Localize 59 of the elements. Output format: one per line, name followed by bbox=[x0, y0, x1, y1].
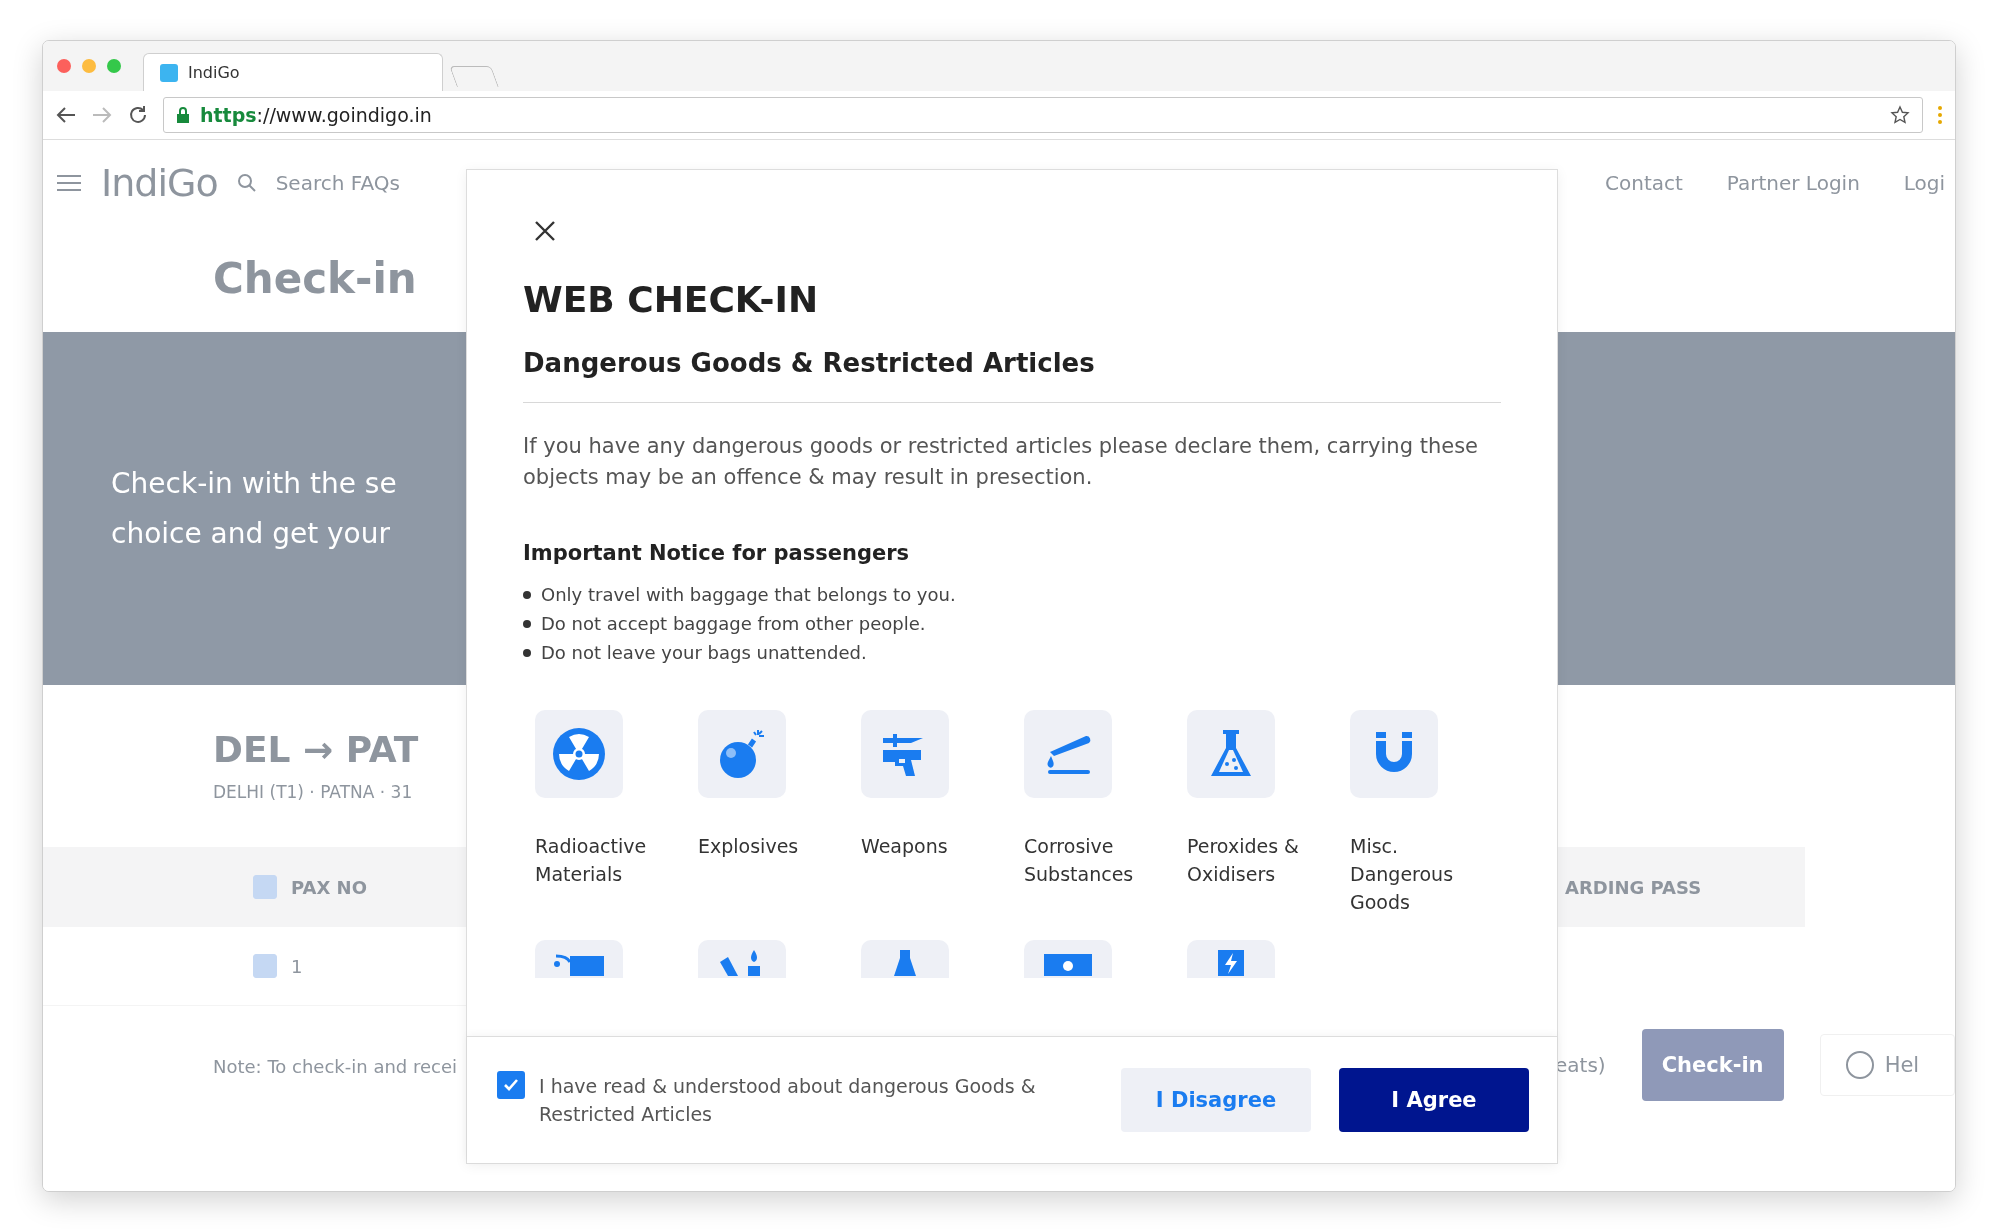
browser-tab[interactable]: IndiGo bbox=[143, 53, 443, 91]
category-tile[interactable] bbox=[1350, 710, 1438, 798]
category-tile[interactable] bbox=[698, 710, 786, 798]
column-header: ARDING PASS bbox=[1565, 876, 1702, 898]
note-text: Note: To check-in and recei bbox=[213, 1055, 458, 1077]
menu-icon[interactable] bbox=[1937, 105, 1943, 125]
favicon-icon bbox=[160, 63, 178, 82]
lock-icon bbox=[176, 107, 190, 123]
category-tile[interactable] bbox=[535, 710, 623, 798]
search-field[interactable]: Search FAQs bbox=[275, 170, 400, 195]
notice-item: Do not accept baggage from other people. bbox=[541, 612, 926, 635]
notice-title: Important Notice for passengers bbox=[523, 541, 911, 565]
address-bar[interactable]: https://www.goindigo.in bbox=[163, 97, 1923, 133]
search-icon bbox=[237, 173, 256, 192]
category-tile[interactable] bbox=[861, 710, 949, 798]
star-icon[interactable] bbox=[1890, 105, 1910, 125]
page-heading: Check-in bbox=[213, 254, 417, 303]
category-tile[interactable] bbox=[1024, 710, 1112, 798]
hero-text: Check-in with the se bbox=[111, 465, 398, 502]
table-cell: 1 bbox=[291, 955, 303, 977]
checkbox[interactable] bbox=[497, 1071, 525, 1099]
menu-icon[interactable] bbox=[57, 172, 81, 193]
intro-text: If you have any dangerous goods or restricted articles please declare them, carrying these objects may be an offence & may result in presection. bbox=[523, 433, 1479, 491]
category-label: Explosives bbox=[698, 834, 800, 859]
hero-text: choice and get your bbox=[111, 515, 391, 552]
bottle-icon bbox=[894, 950, 916, 976]
nav-link[interactable]: Partner Login bbox=[1726, 170, 1860, 195]
consent-text: I have read & understood about dangerous Goods & Restricted Articles bbox=[539, 1074, 1037, 1127]
dialog-subtitle: Dangerous Goods & Restricted Articles bbox=[523, 348, 1501, 403]
category-label: Weapons bbox=[861, 834, 949, 859]
help-button[interactable]: Hel bbox=[1819, 1034, 1955, 1096]
bullet-icon bbox=[523, 590, 531, 599]
lightning-icon bbox=[1218, 950, 1244, 976]
route-detail: DELHI (T1) · PATNA · 31 bbox=[213, 782, 414, 802]
agree-button[interactable]: I Agree bbox=[1339, 1068, 1529, 1132]
disagree-button[interactable]: I Disagree bbox=[1121, 1068, 1311, 1132]
url-text: https://www.goindigo.in bbox=[200, 104, 433, 126]
category-label: Radioactive Materials bbox=[535, 834, 648, 887]
close-window-icon[interactable] bbox=[57, 59, 71, 73]
bullet-icon bbox=[523, 648, 531, 657]
help-icon bbox=[1844, 1050, 1875, 1080]
check-in-button[interactable]: Check-in bbox=[1641, 1029, 1784, 1101]
bullet-icon bbox=[523, 619, 531, 628]
notice-item: Do not leave your bags unattended. bbox=[541, 641, 867, 664]
nav-link[interactable]: Logi bbox=[1903, 170, 1946, 195]
category-tile[interactable] bbox=[1187, 710, 1275, 798]
category-label: Peroxides & Oxidisers bbox=[1187, 834, 1300, 887]
maximize-window-icon[interactable] bbox=[107, 59, 121, 73]
logo[interactable]: IndiGo bbox=[101, 160, 218, 205]
radiation-icon bbox=[551, 726, 607, 782]
checkmark-icon bbox=[503, 1078, 519, 1092]
notice-item: Only travel with baggage that belongs to you. bbox=[541, 583, 956, 606]
dialog-title: WEB CHECK-IN bbox=[523, 279, 820, 320]
reload-icon[interactable] bbox=[127, 104, 149, 126]
column-header: PAX NO bbox=[291, 876, 367, 898]
nav-link[interactable]: Contact bbox=[1605, 170, 1683, 195]
category-label: Corrosive Substances bbox=[1024, 834, 1135, 887]
route-title: DEL → PAT bbox=[213, 729, 420, 770]
category-label: Misc. Dangerous Goods bbox=[1350, 834, 1455, 915]
